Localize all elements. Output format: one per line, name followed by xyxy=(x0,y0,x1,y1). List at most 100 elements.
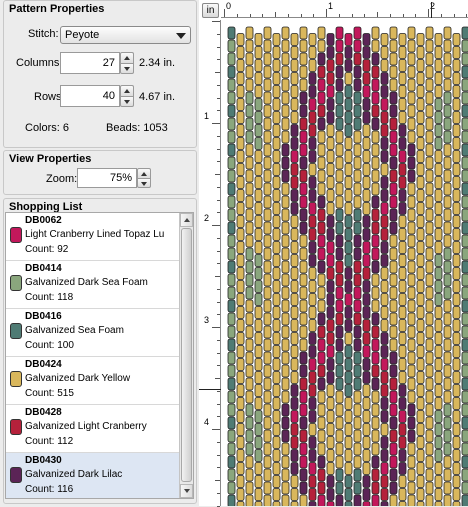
bead[interactable] xyxy=(461,429,468,443)
bead[interactable] xyxy=(335,364,344,378)
bead[interactable] xyxy=(362,319,371,332)
bead[interactable] xyxy=(461,468,468,482)
bead[interactable] xyxy=(344,475,353,488)
bead[interactable] xyxy=(371,468,380,482)
bead[interactable] xyxy=(380,423,389,436)
bead[interactable] xyxy=(299,494,308,506)
bead[interactable] xyxy=(326,189,335,202)
bead[interactable] xyxy=(254,475,263,488)
bead[interactable] xyxy=(371,442,380,456)
bead[interactable] xyxy=(290,241,299,254)
bead[interactable] xyxy=(236,150,245,163)
bead[interactable] xyxy=(227,117,236,131)
bead[interactable] xyxy=(245,52,254,66)
bead[interactable] xyxy=(308,436,317,449)
bead[interactable] xyxy=(245,247,254,261)
bead[interactable] xyxy=(398,436,407,449)
bead[interactable] xyxy=(443,442,452,456)
bead[interactable] xyxy=(245,442,254,456)
bead[interactable] xyxy=(398,358,407,371)
bead[interactable] xyxy=(362,163,371,176)
bead[interactable] xyxy=(443,208,452,222)
bead[interactable] xyxy=(254,319,263,332)
list-item[interactable]: DB0430 Galvanized Dark Lilac Count: 116 xyxy=(6,453,180,498)
bead[interactable] xyxy=(362,397,371,410)
bead[interactable] xyxy=(263,143,272,157)
bead[interactable] xyxy=(443,143,452,157)
bead[interactable] xyxy=(416,371,425,384)
bead[interactable] xyxy=(281,377,290,391)
bead[interactable] xyxy=(362,202,371,215)
bead[interactable] xyxy=(407,39,416,53)
bead[interactable] xyxy=(272,98,281,111)
bead[interactable] xyxy=(434,332,443,345)
bead[interactable] xyxy=(254,189,263,202)
bead[interactable] xyxy=(236,397,245,410)
bead[interactable] xyxy=(317,65,326,79)
bead[interactable] xyxy=(362,475,371,488)
bead[interactable] xyxy=(263,312,272,326)
bead[interactable] xyxy=(254,163,263,176)
bead[interactable] xyxy=(272,397,281,410)
bead[interactable] xyxy=(407,169,416,183)
bead[interactable] xyxy=(317,52,326,66)
bead[interactable] xyxy=(290,293,299,306)
bead[interactable] xyxy=(452,163,461,176)
bead[interactable] xyxy=(389,299,398,313)
bead[interactable] xyxy=(389,390,398,404)
bead[interactable] xyxy=(389,351,398,365)
bead[interactable] xyxy=(443,273,452,287)
bead[interactable] xyxy=(254,488,263,501)
bead[interactable] xyxy=(362,293,371,306)
bead[interactable] xyxy=(452,189,461,202)
bead[interactable] xyxy=(416,150,425,163)
bead[interactable] xyxy=(317,143,326,157)
bead[interactable] xyxy=(281,221,290,235)
bead[interactable] xyxy=(407,78,416,92)
bead[interactable] xyxy=(227,260,236,274)
bead[interactable] xyxy=(227,208,236,222)
bead[interactable] xyxy=(452,228,461,241)
bead[interactable] xyxy=(308,215,317,228)
bead[interactable] xyxy=(452,124,461,137)
bead[interactable] xyxy=(299,325,308,339)
bead[interactable] xyxy=(290,423,299,436)
bead[interactable] xyxy=(353,182,362,196)
bead[interactable] xyxy=(452,332,461,345)
bead[interactable] xyxy=(236,202,245,215)
bead[interactable] xyxy=(299,299,308,313)
bead[interactable] xyxy=(389,364,398,378)
bead[interactable] xyxy=(236,371,245,384)
bead[interactable] xyxy=(299,390,308,404)
bead[interactable] xyxy=(416,306,425,319)
bead[interactable] xyxy=(371,390,380,404)
bead[interactable] xyxy=(398,423,407,436)
bead[interactable] xyxy=(263,364,272,378)
bead[interactable] xyxy=(236,59,245,72)
bead[interactable] xyxy=(425,208,434,222)
bead[interactable] xyxy=(236,449,245,462)
bead[interactable] xyxy=(245,403,254,417)
bead[interactable] xyxy=(308,33,317,46)
bead[interactable] xyxy=(407,156,416,170)
bead[interactable] xyxy=(398,332,407,345)
bead[interactable] xyxy=(263,195,272,209)
bead[interactable] xyxy=(326,488,335,501)
bead[interactable] xyxy=(353,65,362,79)
bead[interactable] xyxy=(380,462,389,475)
bead[interactable] xyxy=(308,111,317,124)
bead[interactable] xyxy=(272,462,281,475)
bead[interactable] xyxy=(434,241,443,254)
bead[interactable] xyxy=(308,462,317,475)
bead[interactable] xyxy=(380,319,389,332)
bead[interactable] xyxy=(425,442,434,456)
bead[interactable] xyxy=(290,436,299,449)
bead[interactable] xyxy=(416,254,425,267)
bead[interactable] xyxy=(452,137,461,150)
bead[interactable] xyxy=(353,117,362,131)
bead[interactable] xyxy=(281,65,290,79)
bead[interactable] xyxy=(263,221,272,235)
bead[interactable] xyxy=(452,449,461,462)
bead[interactable] xyxy=(443,130,452,144)
list-item[interactable]: DB0428 Galvanized Light Cranberry Count: 1… xyxy=(6,405,180,453)
